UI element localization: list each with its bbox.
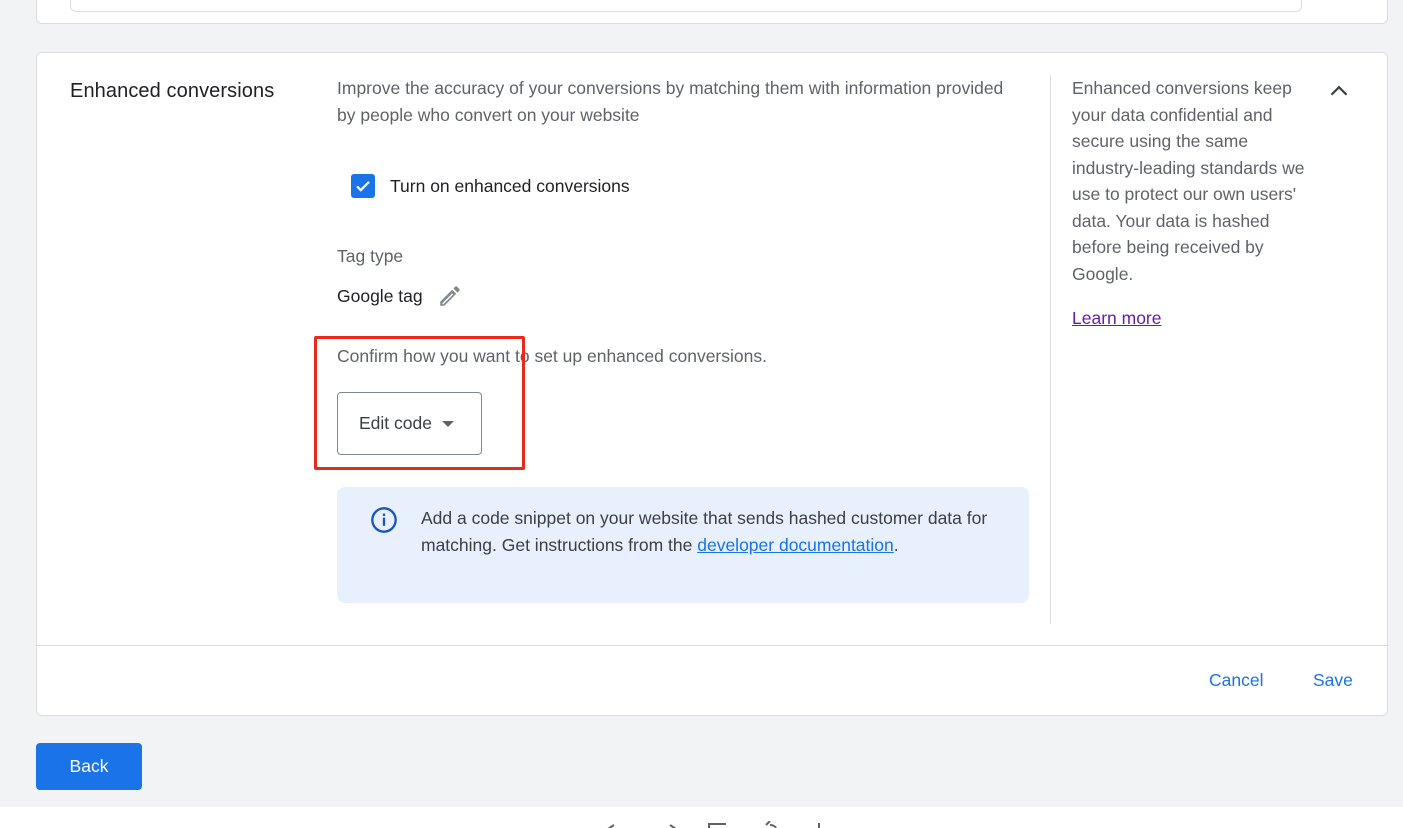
save-button[interactable]: Save [1313,670,1353,691]
checkmark-icon [356,181,370,192]
tag-type-row: Google tag [337,283,463,309]
enhanced-conversions-checkbox-row[interactable]: Turn on enhanced conversions [351,173,630,199]
setup-prompt: Confirm how you want to set up enhanced … [337,346,767,366]
back-button[interactable]: Back [36,743,142,790]
footer-divider [37,645,1387,646]
window-icon[interactable] [708,821,726,828]
tag-type-label: Tag type [337,246,404,266]
chevron-up-icon [1330,85,1348,96]
dropdown-selected-value: Edit code [359,413,432,433]
enhanced-conversions-card: Enhanced conversions Improve the accurac… [36,52,1388,716]
plus-icon[interactable] [810,821,828,828]
cancel-button[interactable]: Cancel [1209,670,1263,691]
pencil-icon[interactable] [437,283,463,309]
setup-method-dropdown[interactable]: Edit code [337,392,482,455]
info-icon [371,507,397,533]
section-title: Enhanced conversions [70,80,275,102]
checkbox-label: Turn on enhanced conversions [390,175,630,196]
page: Enhanced conversions Improve the accurac… [0,0,1403,828]
collapse-button[interactable] [1325,77,1353,105]
vertical-divider [1050,75,1051,624]
learn-more-link[interactable]: Learn more [1072,308,1162,329]
info-banner: Add a code snippet on your website that … [337,487,1029,603]
info-text: Add a code snippet on your website that … [421,505,1001,558]
info-text-end: . [893,534,899,555]
undo-icon[interactable] [762,821,780,828]
tag-type-value: Google tag [337,285,423,306]
enhanced-conversions-checkbox[interactable] [351,174,375,198]
sidebar-help-text: Enhanced conversions keep your data conf… [1072,78,1305,284]
developer-documentation-link[interactable]: developer documentation [697,535,894,555]
section-description: Improve the accuracy of your conversions… [337,78,1004,125]
arrow-left-icon[interactable] [606,821,624,828]
previous-card-inner [70,0,1302,12]
bottom-toolbar [0,807,1403,828]
previous-card [36,0,1388,24]
dropdown-arrow-icon [441,420,454,427]
arrow-right-icon[interactable] [664,821,682,828]
